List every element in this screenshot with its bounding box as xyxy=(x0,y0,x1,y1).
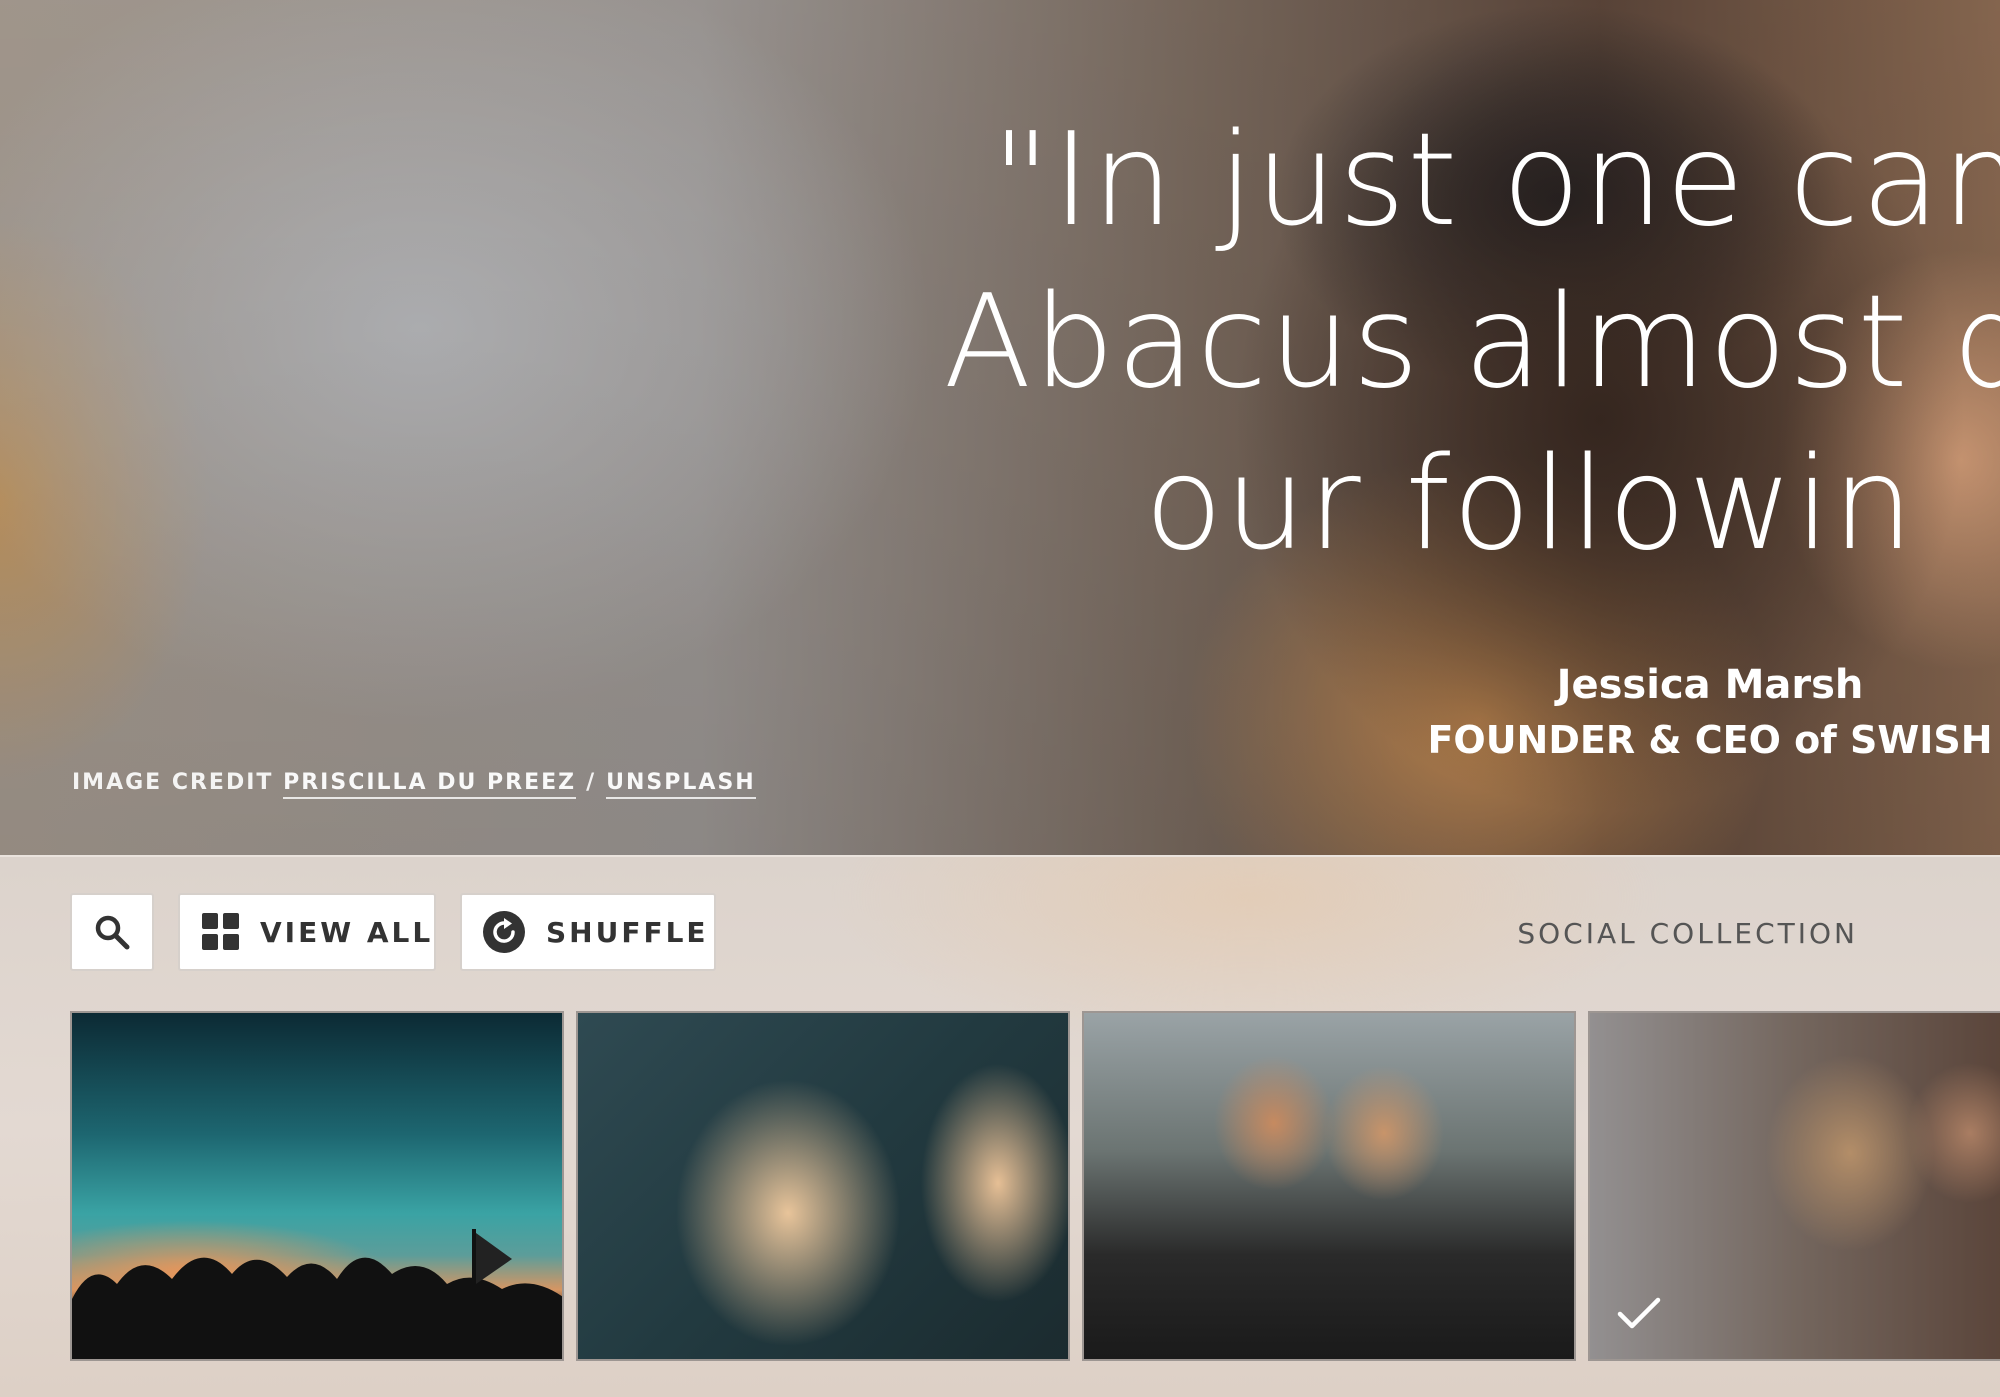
collection-label: SOCIAL COLLECTION xyxy=(1517,917,1858,950)
credit-separator: / xyxy=(586,770,597,795)
hero-banner: "In just one cam Abacus almost de our fo… xyxy=(0,0,2000,855)
grid-icon xyxy=(202,913,240,951)
view-all-label: VIEW ALL xyxy=(260,915,434,949)
thumbnail-image-selected[interactable] xyxy=(1588,1011,2000,1361)
shuffle-button[interactable]: SHUFFLE xyxy=(460,893,716,971)
search-button[interactable] xyxy=(70,893,154,971)
testimonial-quote: "In just one cam Abacus almost de our fo… xyxy=(943,106,2000,579)
thumbnail-image[interactable] xyxy=(70,1011,564,1361)
search-icon xyxy=(92,912,132,952)
thumbnail-image[interactable] xyxy=(576,1011,1070,1361)
photographer-link[interactable]: PRISCILLA DU PREEZ xyxy=(283,770,577,799)
testimonial-author-title: FOUNDER & CEO of SWISH xyxy=(1427,718,1993,762)
unsplash-link[interactable]: UNSPLASH xyxy=(606,770,756,799)
view-all-button[interactable]: VIEW ALL xyxy=(178,893,436,971)
image-picker-panel: VIEW ALL SHUFFLE SOCIAL COLLECTION xyxy=(0,855,2000,1397)
checkmark-icon xyxy=(1616,1296,1662,1337)
testimonial-author-name: Jessica Marsh xyxy=(1556,662,1864,708)
thumbnail-image[interactable] xyxy=(1082,1011,1576,1361)
shuffle-label: SHUFFLE xyxy=(546,915,709,949)
shuffle-icon xyxy=(482,910,526,954)
image-credit: IMAGE CREDIT PRISCILLA DU PREEZ / UNSPLASH xyxy=(72,770,756,799)
image-credit-prefix: IMAGE CREDIT xyxy=(72,770,274,795)
crowd-silhouette xyxy=(72,1229,562,1359)
